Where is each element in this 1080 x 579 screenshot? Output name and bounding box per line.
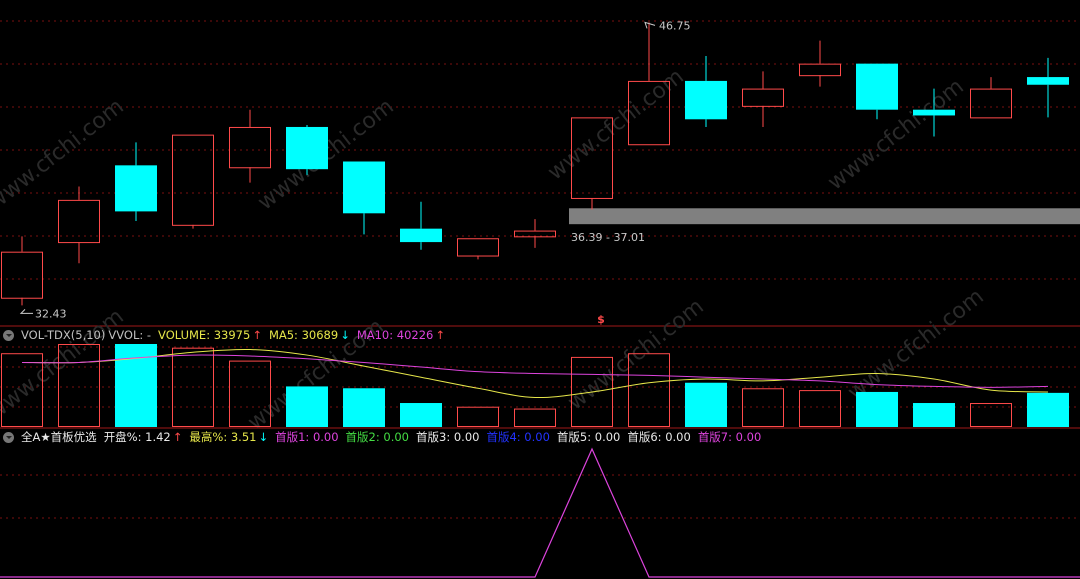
down-arrow-icon: ↓ [258, 430, 269, 444]
volume-bar [742, 388, 784, 427]
high-marker-icon [644, 21, 656, 29]
candle-body [913, 109, 955, 116]
open-pct: 开盘%: 1.42 ↑ [104, 429, 183, 445]
board2-value: 首版2: 0.00 [345, 430, 409, 444]
ma10-text: MA10: 40226 [356, 328, 434, 342]
volume-text: VOLUME: 33975 [158, 328, 251, 342]
candle-body [799, 63, 841, 77]
board6-value: 首版6: 0.00 [627, 430, 691, 444]
signal-line [0, 447, 1080, 578]
indicator-header: 全A★首板优选 开盘%: 1.42 ↑ 最高%: 3.51 ↓ 首版1: 0.00 … [0, 429, 768, 445]
dropdown-icon[interactable] [3, 431, 14, 443]
candle-body [1027, 77, 1069, 85]
board5-value: 首版5: 0.00 [556, 430, 621, 444]
board7-value: 首版7: 0.00 [697, 430, 762, 444]
up-arrow-icon: ↑ [252, 328, 262, 342]
candle-body [286, 126, 328, 170]
volume-header: VOL-TDX(5,10) VVOL: - VOLUME: 33975 ↑ MA5… [0, 327, 452, 343]
volume-bar [400, 403, 442, 427]
watermark-text: www.cfchi.com [543, 64, 688, 185]
signal-line [0, 447, 1080, 578]
low-label: 32.43 [35, 307, 67, 320]
volume-value: VOLUME: 33975 ↑ [158, 328, 262, 342]
candle-body [457, 238, 499, 257]
candle-body [343, 161, 385, 214]
dollar-marker-icon: $ [597, 313, 605, 326]
low-marker-icon [19, 309, 33, 314]
up-arrow-icon: ↑ [172, 430, 183, 444]
volume-bar [343, 388, 385, 427]
volume-bar [685, 382, 727, 427]
candle-body [115, 165, 157, 212]
board4-value: 首版4: 0.00 [486, 430, 550, 444]
volume-bar [514, 408, 556, 427]
down-arrow-icon: ↓ [340, 328, 350, 342]
ma5-value: MA5: 30689 ↓ [269, 328, 350, 342]
ma10-value: MA10: 40226 ↑ [357, 328, 445, 342]
volume-bar [913, 403, 955, 427]
volume-bar [286, 386, 328, 427]
candle-body [1, 251, 43, 299]
ma5-text: MA5: 30689 [268, 328, 339, 342]
candle-body [856, 63, 898, 110]
candle-body [685, 80, 727, 120]
volume-bar [799, 390, 841, 428]
volume-bar [1027, 392, 1069, 427]
candle-body [229, 126, 271, 169]
high-pct-text: 最高%: 3.51 [189, 430, 257, 444]
volume-bar [457, 406, 499, 428]
band-label: 36.39 - 37.01 [571, 231, 645, 244]
volume-bar [856, 391, 898, 427]
candles [1, 22, 1069, 306]
stock-chart: www.cfchi.com www.cfchi.com www.cfchi.comw… [0, 19, 1080, 578]
indicator-name[interactable]: 全A★首板优选 [21, 429, 97, 445]
dropdown-icon[interactable] [3, 329, 14, 341]
board1-value: 首版1: 0.00 [275, 430, 339, 444]
watermark-text: www.cfchi.com [0, 94, 129, 215]
open-pct-text: 开盘%: 1.42 [103, 430, 171, 444]
vol-indicator-name[interactable]: VOL-TDX(5,10) [21, 328, 105, 342]
high-label: 46.75 [659, 19, 691, 32]
candle-body [742, 88, 784, 107]
vvol-value: VVOL: - [108, 328, 152, 342]
candle-body [172, 134, 214, 226]
up-arrow-icon: ↑ [435, 328, 446, 342]
price-band [569, 208, 1080, 225]
candle-body [400, 228, 442, 243]
high-pct: 最高%: 3.51 ↓ [189, 429, 268, 445]
price-band-rect [569, 208, 1080, 225]
candle-body [970, 88, 1012, 119]
board3-value: 首版3: 0.00 [416, 430, 480, 444]
